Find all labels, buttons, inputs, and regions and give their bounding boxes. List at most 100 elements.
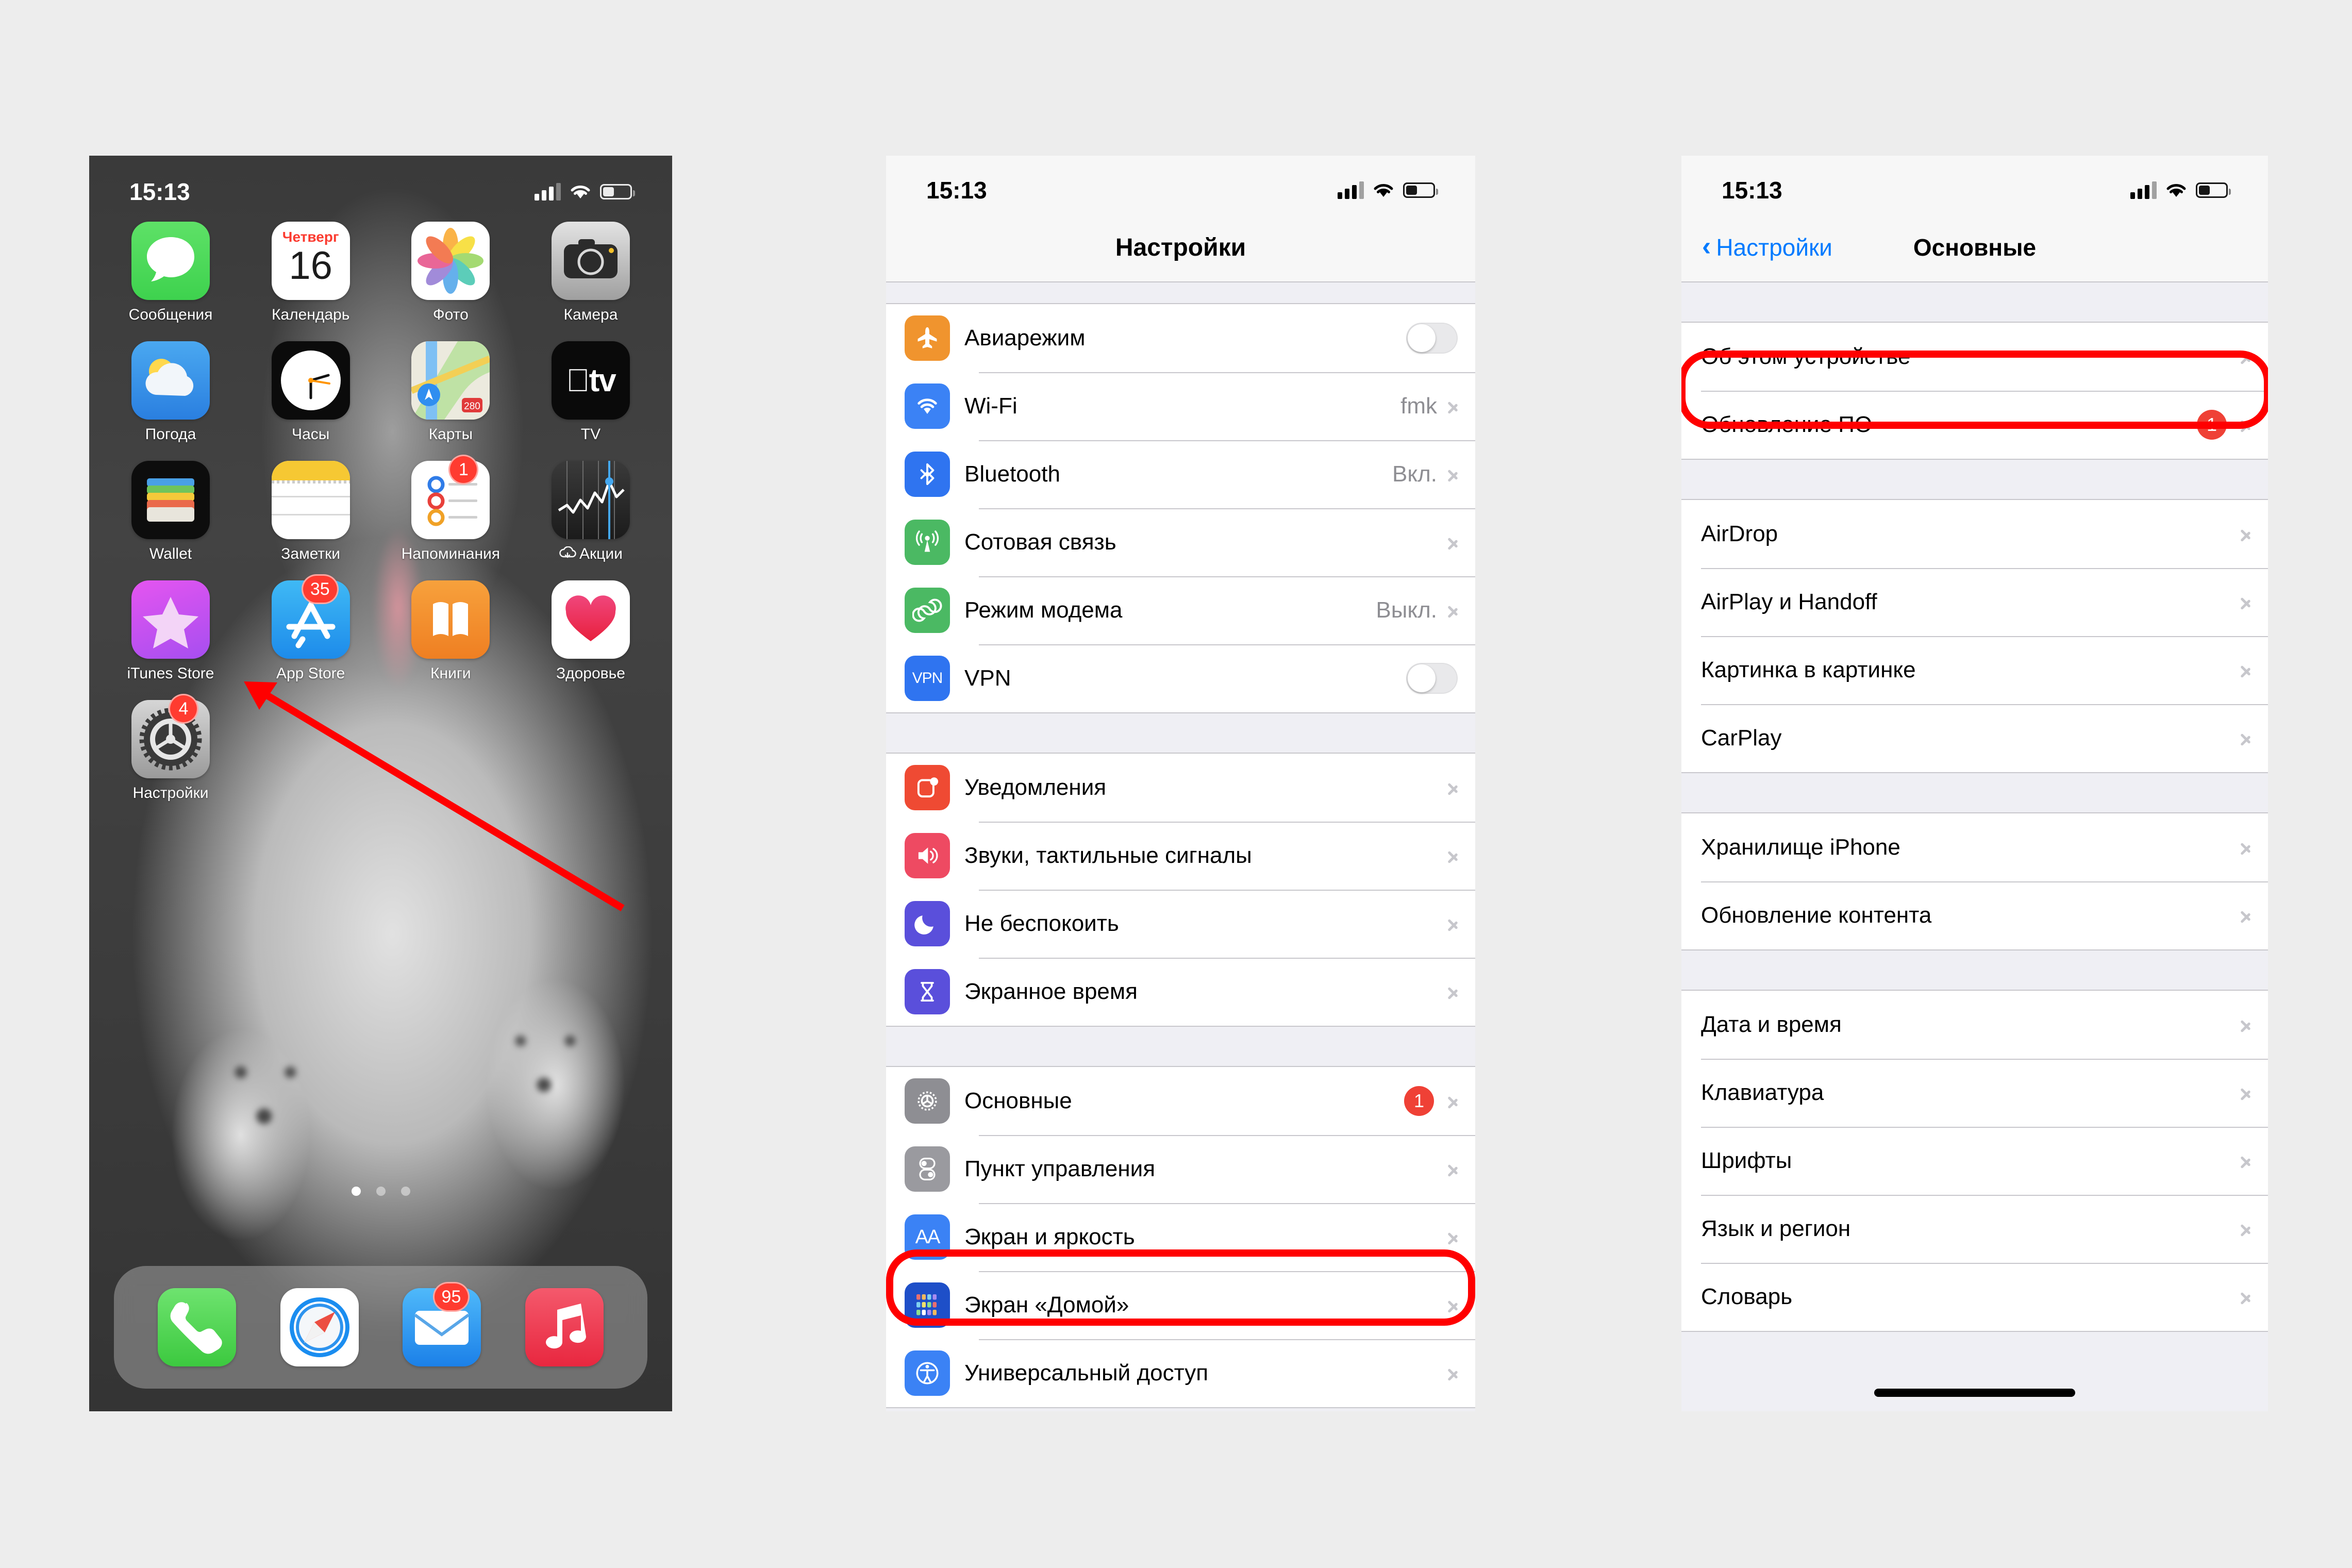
general-row-airplay-handoff[interactable]: AirPlay и Handoff xyxy=(1681,568,2268,636)
general-row-dictionary[interactable]: Словарь xyxy=(1681,1263,2268,1331)
airplane-toggle[interactable] xyxy=(1406,323,1458,354)
app-label: Заметки xyxy=(281,545,341,562)
notifications-icon xyxy=(905,765,950,810)
settings-row-sounds[interactable]: Звуки, тактильные сигналы xyxy=(886,822,1475,890)
app-photos[interactable]: Фото xyxy=(392,222,509,324)
settings-row-control-center[interactable]: Пункт управления xyxy=(886,1135,1475,1203)
general-row-background-refresh[interactable]: Обновление контента xyxy=(1681,881,2268,949)
settings-row-vpn[interactable]: VPN VPN xyxy=(886,644,1475,712)
general-row-about[interactable]: Об этом устройстве xyxy=(1681,323,2268,391)
settings-row-screen-time[interactable]: Экранное время xyxy=(886,958,1475,1026)
chevron-right-icon xyxy=(1446,914,1458,933)
chevron-right-icon xyxy=(1446,1363,1458,1383)
vpn-toggle[interactable] xyxy=(1406,663,1458,694)
settings-row-hotspot[interactable]: Режим модема Выкл. xyxy=(886,576,1475,644)
icloud-download-icon xyxy=(559,546,576,561)
settings-list[interactable]: Авиарежим Wi-Fi fmk Bluetooth Вкл. Сотов… xyxy=(886,282,1475,1411)
general-list[interactable]: Об этом устройстве Обновление ПО 1 AirDr… xyxy=(1681,282,2268,1411)
settings-row-dnd[interactable]: Не беспокоить xyxy=(886,890,1475,958)
app-weather[interactable]: Погода xyxy=(112,341,229,443)
app-wallet[interactable]: Wallet xyxy=(112,461,229,563)
safari-icon[interactable] xyxy=(280,1288,359,1366)
app-app-store[interactable]: 35 App Store xyxy=(252,574,370,682)
general-row-date-time[interactable]: Дата и время xyxy=(1681,991,2268,1059)
chevron-right-icon xyxy=(1446,396,1458,416)
app-itunes-store[interactable]: iTunes Store xyxy=(112,580,229,682)
app-badge: 4 xyxy=(169,694,198,724)
calendar-day: 16 xyxy=(289,244,332,288)
general-row-carplay[interactable]: CarPlay xyxy=(1681,704,2268,772)
app-row: iTunes Store 35 App Store Книги Здоровье xyxy=(112,574,649,682)
battery-icon xyxy=(600,184,635,199)
phone-home-screen: 15:13 Сообщения Четверг 16 Календарь Фот… xyxy=(89,156,672,1411)
settings-row-home-screen[interactable]: Экран «Домой» xyxy=(886,1271,1475,1339)
app-label: Фото xyxy=(432,306,469,323)
chevron-left-icon: ‹ xyxy=(1702,231,1711,261)
settings-row-wifi[interactable]: Wi-Fi fmk xyxy=(886,372,1475,440)
home-indicator[interactable] xyxy=(1874,1389,2075,1397)
general-row-language-region[interactable]: Язык и регион xyxy=(1681,1195,2268,1263)
page-dot[interactable] xyxy=(401,1187,410,1196)
settings-row-display[interactable]: AA Экран и яркость xyxy=(886,1203,1475,1271)
settings-row-accessibility[interactable]: Универсальный доступ xyxy=(886,1339,1475,1407)
general-row-keyboard[interactable]: Клавиатура xyxy=(1681,1059,2268,1127)
app-camera[interactable]: Камера xyxy=(532,222,649,324)
general-group-about: Об этом устройстве Обновление ПО 1 xyxy=(1681,322,2268,460)
chevron-right-icon xyxy=(2239,1083,2250,1103)
phone-general-screen: 15:13 ‹ Настройки Основные Об этом устро… xyxy=(1681,156,2268,1411)
wifi-icon xyxy=(2165,182,2188,198)
app-tv[interactable]: tv TV xyxy=(532,341,649,443)
back-button[interactable]: ‹ Настройки xyxy=(1702,233,1832,261)
general-row-airdrop[interactable]: AirDrop xyxy=(1681,500,2268,568)
settings-row-label: Bluetooth xyxy=(964,461,1060,487)
settings-row-bluetooth[interactable]: Bluetooth Вкл. xyxy=(886,440,1475,508)
app-notes[interactable]: Заметки xyxy=(252,461,370,563)
settings-row-cellular[interactable]: Сотовая связь xyxy=(886,508,1475,576)
app-health[interactable]: Здоровье xyxy=(532,580,649,682)
settings-row-label: Пункт управления xyxy=(964,1156,1156,1181)
status-time: 15:13 xyxy=(1722,177,1782,204)
app-messages[interactable]: Сообщения xyxy=(112,222,229,324)
app-reminders[interactable]: 1 Напоминания xyxy=(392,455,509,563)
chevron-right-icon xyxy=(2239,1015,2250,1035)
notes-icon xyxy=(271,461,350,539)
general-row-label: Клавиатура xyxy=(1701,1080,1824,1105)
battery-icon xyxy=(2196,182,2231,198)
settings-row-general[interactable]: Основные 1 xyxy=(886,1067,1475,1135)
itunes-store-icon xyxy=(131,580,210,659)
general-row-picture-in-picture[interactable]: Картинка в картинке xyxy=(1681,636,2268,704)
page-dot[interactable] xyxy=(376,1187,386,1196)
app-clock[interactable]: Часы xyxy=(252,341,370,443)
app-settings[interactable]: 4 Настройки xyxy=(112,694,229,802)
settings-icon: 4 xyxy=(131,694,210,778)
health-icon xyxy=(551,580,630,659)
app-stocks[interactable]: Акции xyxy=(532,461,649,563)
general-row-software-update[interactable]: Обновление ПО 1 xyxy=(1681,391,2268,459)
app-books[interactable]: Книги xyxy=(392,580,509,682)
app-label: Напоминания xyxy=(401,545,501,562)
general-row-fonts[interactable]: Шрифты xyxy=(1681,1127,2268,1195)
app-label-text: Акции xyxy=(579,545,623,562)
general-row-iphone-storage[interactable]: Хранилище iPhone xyxy=(1681,813,2268,881)
music-icon[interactable] xyxy=(525,1288,604,1366)
navbar-inner: ‹ Настройки Основные xyxy=(1681,213,2268,281)
screenshot-stage: 15:13 Сообщения Четверг 16 Календарь Фот… xyxy=(0,0,2352,1568)
camera-icon xyxy=(551,222,630,300)
photos-icon xyxy=(411,222,490,300)
general-row-label: Шрифты xyxy=(1701,1148,1792,1173)
page-dot-active[interactable] xyxy=(351,1187,361,1196)
general-row-label: Обновление контента xyxy=(1701,903,1932,928)
phone-icon[interactable] xyxy=(157,1288,236,1366)
settings-row-badge: 1 xyxy=(1404,1086,1434,1116)
home-screen-icon xyxy=(905,1282,950,1328)
settings-row-airplane[interactable]: Авиарежим xyxy=(886,304,1475,372)
mail-icon[interactable]: 95 xyxy=(403,1282,481,1366)
app-label: Календарь xyxy=(271,306,350,323)
settings-row-label: Основные xyxy=(964,1088,1072,1113)
app-calendar[interactable]: Четверг 16 Календарь xyxy=(252,222,370,324)
page-dots[interactable] xyxy=(89,1187,672,1196)
settings-row-notifications[interactable]: Уведомления xyxy=(886,754,1475,822)
chevron-right-icon xyxy=(2239,1219,2250,1239)
chevron-right-icon xyxy=(1446,1159,1458,1179)
app-maps[interactable]: 280 Карты xyxy=(392,341,509,443)
